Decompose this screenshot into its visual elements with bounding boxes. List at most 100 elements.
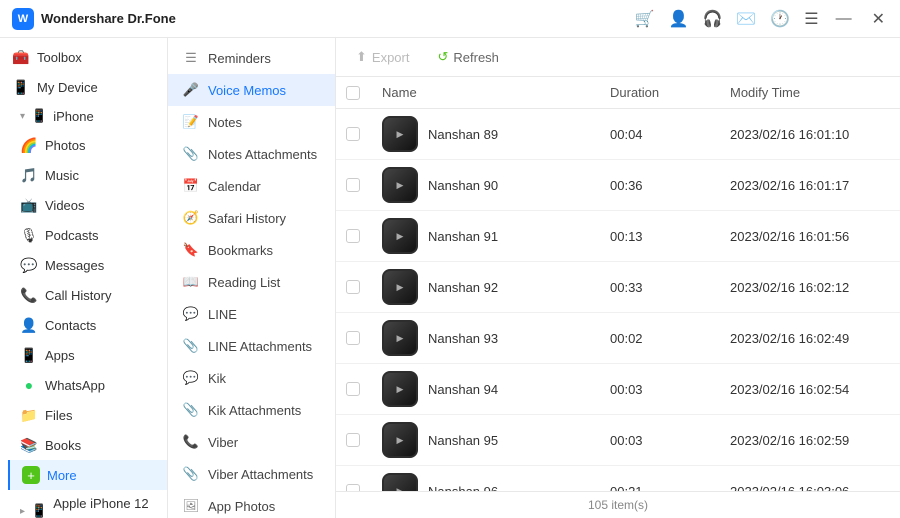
table-row: ▶ Nanshan 91 00:13 2023/02/16 16:01:56 [336,211,900,262]
row-modify-time: 2023/02/16 16:02:59 [720,415,900,466]
content-area: ⬆ Export ↺ Refresh Name Duration Modify … [336,38,900,518]
row-checkbox-cell [336,109,372,160]
export-icon: ⬆ [356,49,367,65]
row-name: Nanshan 93 [428,331,498,346]
mid-item-voice-memos[interactable]: 🎤 Voice Memos [168,74,335,106]
history-icon[interactable]: 🕐 [770,9,790,29]
row-duration: 00:36 [600,160,720,211]
apple-iphone12-icon: 📱 [31,503,47,518]
sidebar-item-photos[interactable]: 🌈 Photos [8,130,167,160]
reminders-icon: ☰ [182,49,200,67]
logo-icon: W [12,8,34,30]
sidebar-item-apps[interactable]: 📱 Apps [8,340,167,370]
sidebar-item-messages[interactable]: 💬 Messages [8,250,167,280]
mid-item-reading-list[interactable]: 📖 Reading List [168,266,335,298]
mid-item-safari-history[interactable]: 🧭 Safari History [168,202,335,234]
row-thumbnail: ▶ [382,473,418,491]
col-header-duration: Duration [600,77,720,109]
row-checkbox[interactable] [346,280,360,294]
headset-icon[interactable]: 🎧 [702,9,722,29]
sidebar: 🧰 Toolbox 📱 My Device ▾ 📱 iPhone 🌈 Photo… [0,38,168,518]
sidebar-item-toolbox[interactable]: 🧰 Toolbox [0,42,167,72]
select-all-checkbox[interactable] [346,86,360,100]
row-duration: 00:03 [600,364,720,415]
row-duration: 00:03 [600,415,720,466]
mid-item-bookmarks[interactable]: 🔖 Bookmarks [168,234,335,266]
mid-item-viber-attachments[interactable]: 📎 Viber Attachments [168,458,335,490]
files-icon: 📁 [20,406,38,424]
voice-memos-table: Name Duration Modify Time ▶ [336,77,900,491]
sidebar-item-videos[interactable]: 📺 Videos [8,190,167,220]
row-checkbox[interactable] [346,331,360,345]
refresh-button[interactable]: ↺ Refresh [431,46,504,68]
row-thumbnail: ▶ [382,116,418,152]
mid-item-line[interactable]: 💬 LINE [168,298,335,330]
row-name-cell: ▶ Nanshan 91 [372,211,600,262]
sidebar-item-more[interactable]: + More [8,460,167,490]
mid-nav: ☰ Reminders 🎤 Voice Memos 📝 Notes 📎 Note… [168,38,336,518]
mid-item-line-attachments[interactable]: 📎 LINE Attachments [168,330,335,362]
row-name: Nanshan 89 [428,127,498,142]
mid-item-app-photos[interactable]: 🖼 App Photos [168,490,335,518]
row-modify-time: 2023/02/16 16:02:12 [720,262,900,313]
table-container: Name Duration Modify Time ▶ [336,77,900,491]
row-duration: 00:02 [600,313,720,364]
sidebar-item-files[interactable]: 📁 Files [8,400,167,430]
row-thumbnail: ▶ [382,422,418,458]
sidebar-item-whatsapp[interactable]: ● WhatsApp [8,370,167,400]
sidebar-item-contacts[interactable]: 👤 Contacts [8,310,167,340]
row-thumbnail: ▶ [382,167,418,203]
row-checkbox[interactable] [346,127,360,141]
row-name: Nanshan 95 [428,433,498,448]
sidebar-item-podcasts[interactable]: 🎙 Podcasts [8,220,167,250]
mid-item-kik[interactable]: 💬 Kik [168,362,335,394]
row-duration: 00:21 [600,466,720,492]
photos-icon: 🌈 [20,136,38,154]
table-row: ▶ Nanshan 94 00:03 2023/02/16 16:02:54 [336,364,900,415]
sidebar-item-apple-iphone12[interactable]: ▸ 📱 Apple iPhone 12 … [0,490,167,518]
row-checkbox[interactable] [346,229,360,243]
mid-item-notes-attachments[interactable]: 📎 Notes Attachments [168,138,335,170]
row-name: Nanshan 94 [428,382,498,397]
refresh-icon: ↺ [437,49,448,65]
app-title: Wondershare Dr.Fone [41,11,176,26]
sidebar-item-my-device[interactable]: 📱 My Device [0,72,167,102]
row-name-cell: ▶ Nanshan 96 [372,466,600,492]
mid-item-viber[interactable]: 📞 Viber [168,426,335,458]
row-thumbnail: ▶ [382,320,418,356]
user-icon[interactable]: 👤 [669,9,689,29]
books-icon: 📚 [20,436,38,454]
row-name-cell: ▶ Nanshan 89 [372,109,600,160]
row-checkbox[interactable] [346,433,360,447]
menu-icon[interactable]: ☰ [804,9,818,29]
row-checkbox-cell [336,415,372,466]
messages-icon: 💬 [20,256,38,274]
row-checkbox-cell [336,466,372,492]
row-modify-time: 2023/02/16 16:01:56 [720,211,900,262]
row-checkbox[interactable] [346,178,360,192]
export-button[interactable]: ⬆ Export [350,46,415,68]
mid-item-reminders[interactable]: ☰ Reminders [168,42,335,74]
row-checkbox[interactable] [346,382,360,396]
row-checkbox-cell [336,211,372,262]
sidebar-item-books[interactable]: 📚 Books [8,430,167,460]
mid-item-notes[interactable]: 📝 Notes [168,106,335,138]
voice-memos-icon: 🎤 [182,81,200,99]
toolbar: ⬆ Export ↺ Refresh [336,38,900,77]
table-row: ▶ Nanshan 96 00:21 2023/02/16 16:03:06 [336,466,900,492]
sidebar-item-call-history[interactable]: 📞 Call History [8,280,167,310]
col-header-check [336,77,372,109]
sidebar-item-music[interactable]: 🎵 Music [8,160,167,190]
mid-item-kik-attachments[interactable]: 📎 Kik Attachments [168,394,335,426]
sidebar-item-iphone[interactable]: ▾ 📱 iPhone [0,102,167,130]
mid-item-calendar[interactable]: 📅 Calendar [168,170,335,202]
row-name: Nanshan 92 [428,280,498,295]
cart-icon[interactable]: 🛒 [635,9,655,29]
notes-attachments-icon: 📎 [182,145,200,163]
close-button[interactable]: ✕ [869,9,888,29]
minimize-button[interactable]: — [833,10,855,28]
line-icon: 💬 [182,305,200,323]
mail-icon[interactable]: ✉️ [736,9,756,29]
row-checkbox[interactable] [346,484,360,491]
row-duration: 00:04 [600,109,720,160]
